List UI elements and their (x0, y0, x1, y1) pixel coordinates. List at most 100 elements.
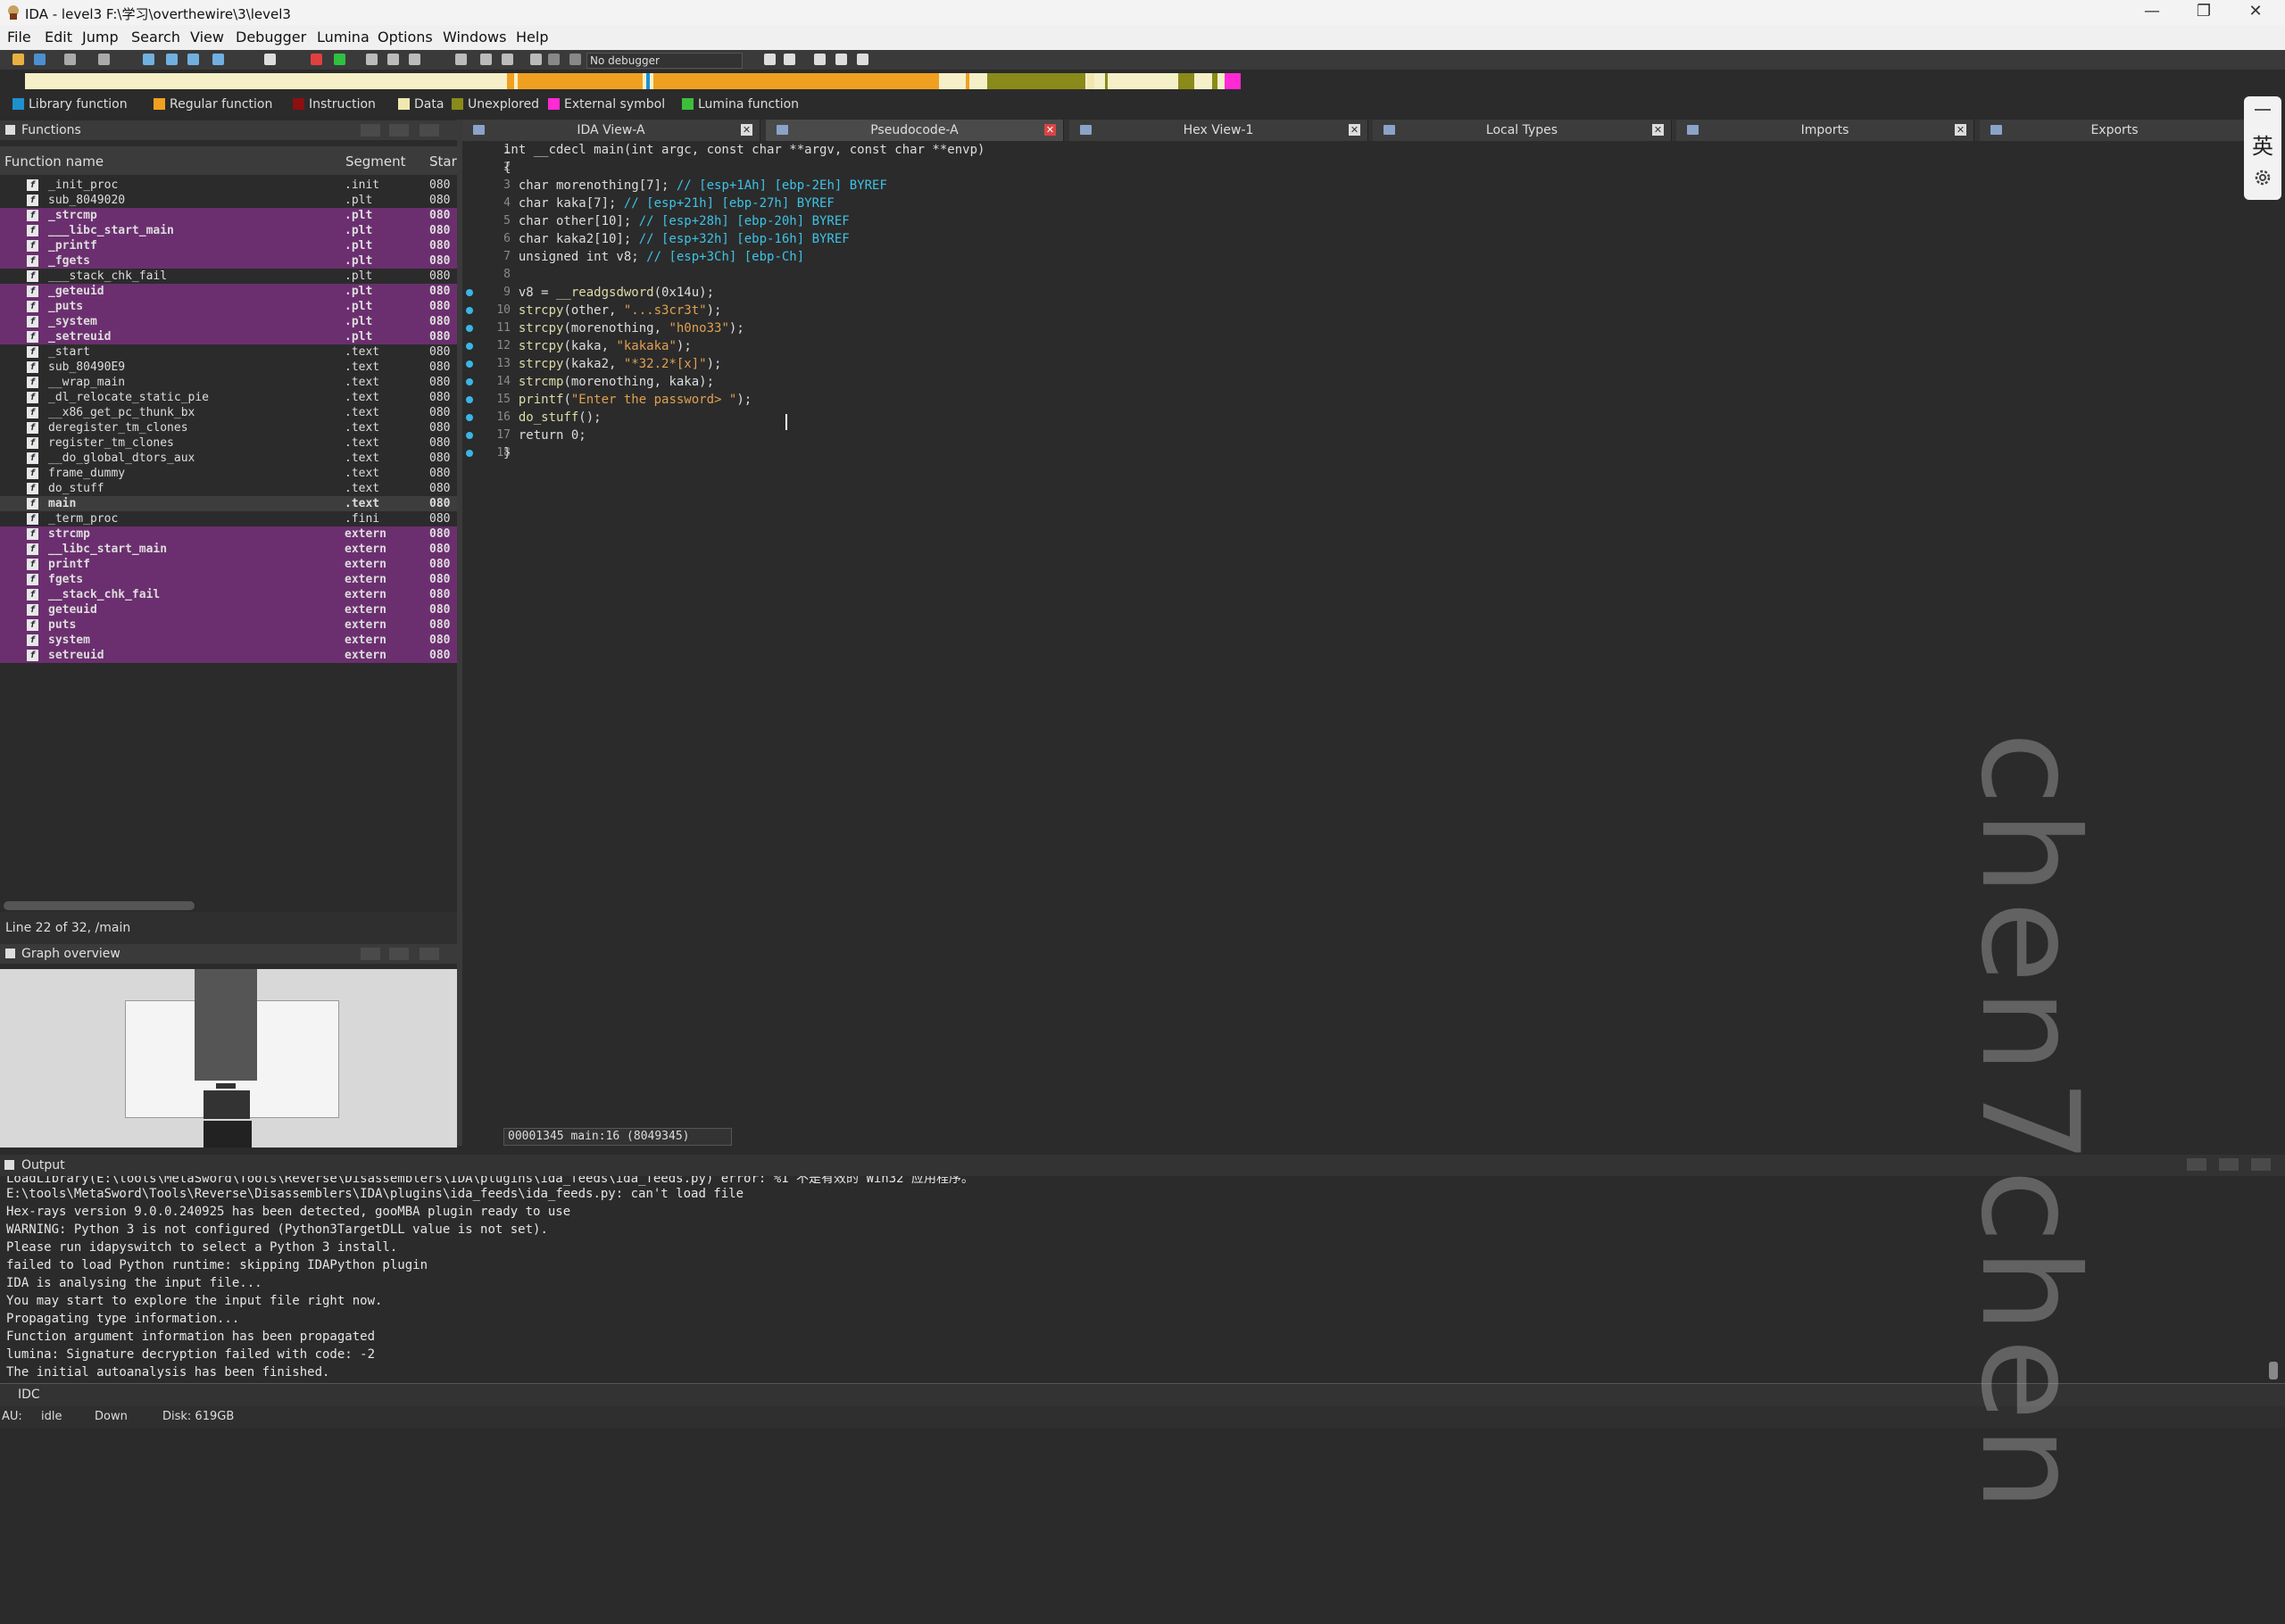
tab-exports[interactable]: Exports (1980, 120, 2250, 141)
function-row-deregister-tm-clones[interactable]: f deregister_tm_clones .text 080 (0, 420, 457, 435)
menu-jump[interactable]: Jump (82, 29, 119, 46)
function-row-stack-chk-fail[interactable]: f ___stack_chk_fail .plt 080 (0, 269, 457, 284)
tab-hex-view-1[interactable]: Hex View-1 ✕ (1069, 120, 1368, 141)
tab-close-icon[interactable]: ✕ (741, 124, 752, 136)
tab-imports[interactable]: Imports ✕ (1676, 120, 1974, 141)
menu-debugger[interactable]: Debugger (236, 29, 306, 46)
function-row-sub-8049020[interactable]: f sub_8049020 .plt 080 (0, 193, 457, 208)
minus-icon[interactable] (2255, 109, 2271, 111)
code-line[interactable]: 15 printf("Enter the password> "); (462, 391, 2248, 409)
functions-list[interactable]: f _init_proc .init 080 f sub_8049020 .plt 080 f _… (0, 146, 457, 912)
menu-help[interactable]: Help (516, 29, 548, 46)
function-row-frame-dummy[interactable]: f frame_dummy .text 080 (0, 466, 457, 481)
struct-icon[interactable] (187, 54, 199, 65)
code-line[interactable]: 12 strcpy(kaka, "kakaka"); (462, 337, 2248, 355)
tab-close-icon[interactable]: ✕ (1044, 124, 1056, 136)
code-line[interactable]: 6 char kaka2[10]; // [esp+32h] [ebp-16h]… (462, 230, 2248, 248)
run-script-icon[interactable] (334, 54, 345, 65)
code-line[interactable]: 16 do_stuff(); (462, 409, 2248, 427)
play-debug-icon[interactable] (530, 54, 542, 65)
graph-menu-button[interactable] (361, 948, 380, 960)
menu-options[interactable]: Options (378, 29, 433, 46)
code-line[interactable]: 9 v8 = __readgsdword(0x14u); (462, 284, 2248, 302)
settings-icon[interactable] (2253, 168, 2273, 187)
flow-chart-icon[interactable] (387, 54, 399, 65)
ime-english-icon[interactable]: 英 (2244, 128, 2281, 160)
patch-icon[interactable] (480, 54, 492, 65)
menu-search[interactable]: Search (131, 29, 180, 46)
navigation-band[interactable] (25, 73, 2277, 89)
function-row-dl-relocate-static-pie[interactable]: f _dl_relocate_static_pie .text 080 (0, 390, 457, 405)
tab-ida-view-a[interactable]: IDA View-A ✕ (462, 120, 760, 141)
code-line[interactable]: 18} (462, 444, 2248, 462)
debugger-select[interactable]: No debugger (586, 53, 743, 69)
stop-debug-icon[interactable] (569, 54, 581, 65)
outline-icon[interactable] (835, 54, 847, 65)
column-segment[interactable]: Segment (345, 153, 406, 170)
column-function-name[interactable]: Function name (4, 153, 104, 170)
code-line[interactable]: 2{ (462, 159, 2248, 177)
function-row-do-global-dtors-aux[interactable]: f __do_global_dtors_aux .text 080 (0, 451, 457, 466)
code-line[interactable]: 4 char kaka[7]; // [esp+21h] [ebp-27h] B… (462, 195, 2248, 212)
breakpoint-dot-icon[interactable] (466, 396, 473, 403)
function-row-geteuid[interactable]: f _geteuid .plt 080 (0, 284, 457, 299)
code-line[interactable]: 11 strcpy(morenothing, "h0no33"); (462, 319, 2248, 337)
column-start[interactable]: Star (429, 153, 457, 170)
function-row-strcmp[interactable]: f strcmp extern 080 (0, 526, 457, 542)
function-row-start[interactable]: f _start .text 080 (0, 344, 457, 360)
function-row-stack-chk-fail[interactable]: f __stack_chk_fail extern 080 (0, 587, 457, 602)
breakpoint-dot-icon[interactable] (466, 289, 473, 296)
tab-close-icon[interactable]: ✕ (1652, 124, 1664, 136)
panel-close-button[interactable] (420, 124, 439, 137)
code-line[interactable]: 17 return 0; (462, 427, 2248, 444)
output-close-button[interactable] (2251, 1158, 2271, 1171)
function-row-libc-start-main[interactable]: f __libc_start_main extern 080 (0, 542, 457, 557)
code-line[interactable]: 1 int __cdecl main(int argc, const char *… (462, 141, 2248, 159)
output-float-button[interactable] (2219, 1158, 2239, 1171)
menu-file[interactable]: File (7, 29, 31, 46)
close-window-button[interactable]: ✕ (2230, 0, 2281, 25)
idc-command-bar[interactable]: IDC (0, 1383, 2285, 1407)
function-row-do-stuff[interactable]: f do_stuff .text 080 (0, 481, 457, 496)
breakpoint-dot-icon[interactable] (466, 307, 473, 314)
tab-pseudocode-a[interactable]: Pseudocode-A ✕ (766, 120, 1064, 141)
graph-overview[interactable] (0, 969, 457, 1148)
function-row-fgets[interactable]: f fgets extern 080 (0, 572, 457, 587)
tab-close-icon[interactable]: ✕ (1955, 124, 1966, 136)
function-row-x86-get-pc-thunk-bx[interactable]: f __x86_get_pc_thunk_bx .text 080 (0, 405, 457, 420)
function-row-strcmp[interactable]: f _strcmp .plt 080 (0, 208, 457, 223)
menu-windows[interactable]: Windows (443, 29, 506, 46)
breakpoint-dot-icon[interactable] (466, 360, 473, 368)
breakpoint-icon[interactable] (311, 54, 322, 65)
code-line[interactable]: 8 (462, 266, 2248, 284)
tab-close-icon[interactable]: ✕ (1349, 124, 1360, 136)
list-icon[interactable] (814, 54, 826, 65)
function-row-setreuid[interactable]: f _setreuid .plt 080 (0, 329, 457, 344)
function-row-geteuid[interactable]: f geteuid extern 080 (0, 602, 457, 617)
function-row-wrap-main[interactable]: f __wrap_main .text 080 (0, 375, 457, 390)
function-row-puts[interactable]: f puts extern 080 (0, 617, 457, 633)
menu-view[interactable]: View (190, 29, 224, 46)
functions-hscrollbar[interactable] (4, 901, 195, 910)
panel-float-button[interactable] (389, 124, 409, 137)
maximize-button[interactable]: ❐ (2178, 0, 2230, 25)
forward-icon[interactable] (98, 54, 110, 65)
breakpoint-dot-icon[interactable] (466, 450, 473, 457)
text-search-icon[interactable] (264, 54, 276, 65)
function-row-main[interactable]: f main .text 080 (0, 496, 457, 511)
segment-icon[interactable] (166, 54, 178, 65)
code-line[interactable]: 13 strcpy(kaka2, "*32.2*[x]"); (462, 355, 2248, 373)
output-scrollbar[interactable] (2269, 1362, 2278, 1380)
attach-icon[interactable] (764, 54, 776, 65)
code-line[interactable]: 5 char other[10]; // [esp+28h] [ebp-20h]… (462, 212, 2248, 230)
code-line[interactable]: 10 strcpy(other, "...s3cr3t"); (462, 302, 2248, 319)
function-row-fgets[interactable]: f _fgets .plt 080 (0, 253, 457, 269)
pause-debug-icon[interactable] (548, 54, 560, 65)
function-row-printf[interactable]: f printf extern 080 (0, 557, 457, 572)
breakpoint-dot-icon[interactable] (466, 343, 473, 350)
bookmark-icon[interactable] (502, 54, 513, 65)
code-line[interactable]: 14 strcmp(morenothing, kaka); (462, 373, 2248, 391)
output-log[interactable]: LoadLibrary(E:\tools\MetaSword\Tools\Rev… (0, 1176, 2285, 1383)
idc-label[interactable]: IDC (18, 1388, 40, 1402)
graph-icon[interactable] (366, 54, 378, 65)
